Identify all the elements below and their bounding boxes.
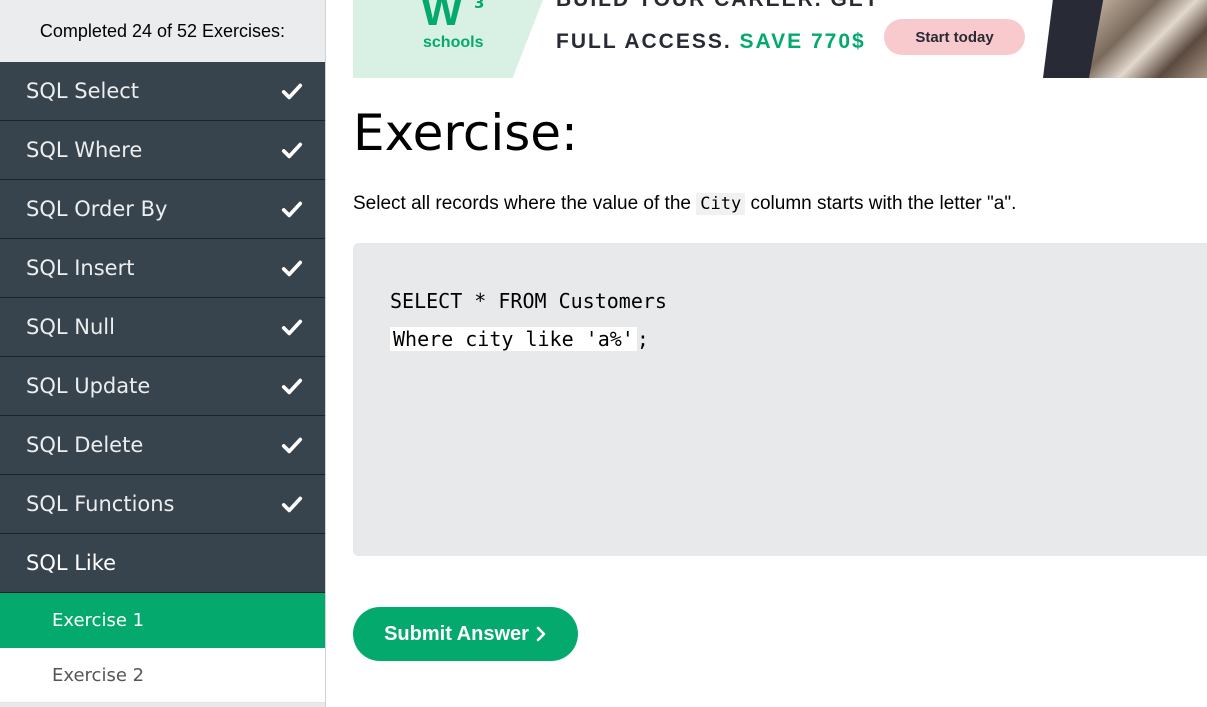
chevron-right-icon [536,626,546,642]
code-exercise-box: SELECT * FROM Customers Where city like … [353,243,1207,556]
checkmark-icon [281,142,303,159]
code-line-2: Where city like 'a%'; [390,327,649,351]
checkmark-icon [281,437,303,454]
ad-subheadline: FULL ACCESS. SAVE 770$ [556,30,866,54]
code-line-1: SELECT * FROM Customers [390,289,667,313]
page-title: Exercise: [353,104,578,162]
instruction-column-code: City [696,193,746,215]
w3schools-logo: W [421,0,463,35]
w3schools-logo-text: schools [423,34,484,51]
w3schools-logo-superscript: 3 [474,0,485,12]
code-line-2-end: ; [636,327,649,351]
sidebar-subitem-exercise-1[interactable]: Exercise 1 [0,593,325,648]
sidebar-item-label: SQL Functions [26,492,175,516]
ad-start-today-button[interactable]: Start today [884,19,1025,55]
sidebar-item-label: SQL Null [26,315,115,339]
sidebar-item-label: SQL Order By [26,197,168,221]
sidebar-item-sql-update[interactable]: SQL Update [0,357,325,416]
checkmark-icon [281,496,303,513]
checkmark-icon [281,378,303,395]
sidebar-item-label: SQL Select [26,79,140,103]
checkmark-icon [281,83,303,100]
submit-answer-button[interactable]: Submit Answer [353,607,578,661]
ad-headline: BUILD YOUR CAREER. GET [556,0,880,12]
progress-text: Completed 24 of 52 Exercises: [0,0,325,62]
sidebar-subitem-exercise-2[interactable]: Exercise 2 [0,648,325,703]
exercise-instruction: Select all records where the value of th… [353,193,1016,215]
sidebar-item-label: SQL Insert [26,256,135,280]
checkmark-icon [281,201,303,218]
submit-answer-label: Submit Answer [384,622,529,645]
answer-input[interactable]: Where city like 'a%' [390,327,637,351]
ad-photo [1089,0,1207,78]
instruction-text-before: Select all records where the value of th… [353,193,691,214]
ad-subheadline-prefix: FULL ACCESS. [556,30,732,53]
sidebar-item-sql-insert[interactable]: SQL Insert [0,239,325,298]
sidebar-item-label: SQL Where [26,138,143,162]
sidebar-item-label: SQL Update [26,374,151,398]
ad-banner[interactable]: W 3 schools BUILD YOUR CAREER. GET FULL … [353,0,1207,78]
ad-save-amount: SAVE 770$ [739,30,866,53]
sidebar: Completed 24 of 52 Exercises: SQL Select… [0,0,326,707]
checkmark-icon [281,260,303,277]
sidebar-item-sql-order-by[interactable]: SQL Order By [0,180,325,239]
sidebar-item-sql-select[interactable]: SQL Select [0,62,325,121]
sidebar-item-sql-like[interactable]: SQL Like [0,534,325,593]
sidebar-item-sql-delete[interactable]: SQL Delete [0,416,325,475]
sidebar-item-label: SQL Like [26,551,117,575]
sidebar-item-sql-where[interactable]: SQL Where [0,121,325,180]
sidebar-item-label: SQL Delete [26,433,144,457]
sidebar-item-sql-null[interactable]: SQL Null [0,298,325,357]
checkmark-icon [281,319,303,336]
sidebar-item-sql-functions[interactable]: SQL Functions [0,475,325,534]
instruction-text-after: column starts with the letter "a". [750,193,1017,214]
